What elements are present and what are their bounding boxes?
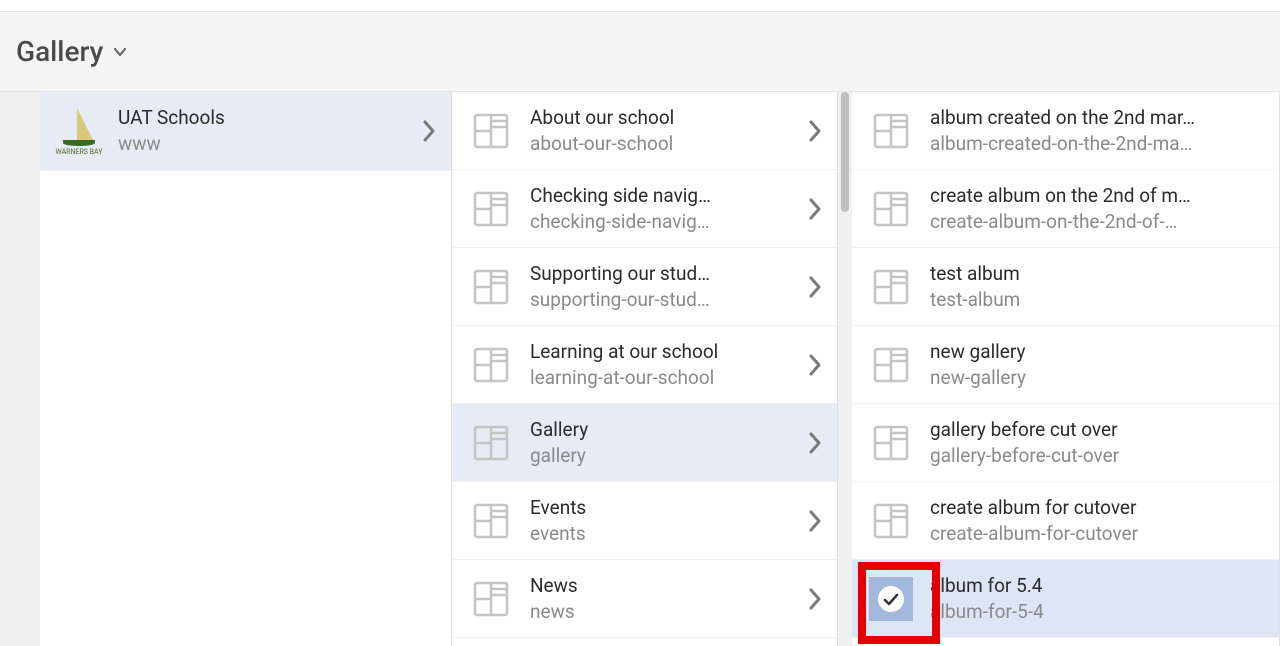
row-title: album created on the 2nd mar… [930, 105, 1271, 131]
page-row[interactable]: Learning at our schoollearning-at-our-sc… [452, 326, 837, 404]
page-row[interactable]: Supporting our stud…supporting-our-stud… [452, 248, 837, 326]
row-slug: create-album-on-the-2nd-of-… [930, 209, 1271, 235]
row-slug: create-album-for-cutover [930, 521, 1271, 547]
chevron-right-icon [793, 510, 837, 532]
chevron-right-icon [793, 198, 837, 220]
page-icon [852, 111, 930, 151]
page-icon [852, 345, 930, 385]
check-icon [878, 586, 904, 612]
row-title: gallery before cut over [930, 417, 1271, 443]
row-slug: events [530, 521, 785, 547]
row-title: album for 5.4 [930, 573, 1271, 599]
page-icon [852, 501, 930, 541]
page-row[interactable]: Checking side navig…checking-side-navig… [452, 170, 837, 248]
page-icon [452, 579, 530, 619]
chevron-right-icon [793, 276, 837, 298]
page-icon [452, 267, 530, 307]
page-icon [452, 189, 530, 229]
album-row[interactable]: album for 5.4album-for-5-4 [852, 560, 1279, 638]
column-pages: About our schoolabout-our-schoolChecking… [452, 92, 838, 646]
row-title: Events [530, 495, 785, 521]
site-row[interactable]: WARNERS BAY UAT Schools www [40, 92, 451, 171]
chevron-right-icon [793, 354, 837, 376]
row-title: Checking side navig… [530, 183, 785, 209]
row-slug: about-our-school [530, 131, 785, 157]
row-slug: supporting-our-stud… [530, 287, 785, 313]
row-title: create album on the 2nd of m… [930, 183, 1271, 209]
album-row[interactable]: test albumtest-album [852, 248, 1279, 326]
row-slug: news [530, 599, 785, 625]
row-title: new gallery [930, 339, 1271, 365]
page-icon [852, 423, 930, 463]
page-icon [452, 111, 530, 151]
page-row[interactable]: About our schoolabout-our-school [452, 92, 837, 170]
site-logo: WARNERS BAY [40, 92, 118, 170]
row-slug: gallery-before-cut-over [930, 443, 1271, 469]
row-slug: checking-side-navig… [530, 209, 785, 235]
row-title: News [530, 573, 785, 599]
row-slug: test-album [930, 287, 1271, 313]
row-title: UAT Schools [118, 105, 399, 131]
header: Gallery [0, 12, 1280, 92]
page-icon [852, 189, 930, 229]
chevron-right-icon [793, 432, 837, 454]
album-row[interactable]: gallery before cut overgallery-before-cu… [852, 404, 1279, 482]
column-albums: album created on the 2nd mar…album-creat… [852, 92, 1280, 646]
column-browser: WARNERS BAY UAT Schools www About our sc… [0, 92, 1280, 646]
page-row[interactable]: Newsnews [452, 560, 837, 638]
page-row[interactable]: Gallerygallery [452, 404, 837, 482]
topbar-spacer [0, 0, 1280, 12]
breadcrumb-current[interactable]: Gallery [16, 35, 127, 68]
page-title: Gallery [16, 35, 103, 68]
page-icon [452, 345, 530, 385]
row-slug: gallery [530, 443, 785, 469]
album-thumb-selected[interactable] [852, 577, 930, 621]
row-title: Supporting our stud… [530, 261, 785, 287]
album-row[interactable]: create album for cutovercreate-album-for… [852, 482, 1279, 560]
chevron-right-icon [793, 120, 837, 142]
column-sites: WARNERS BAY UAT Schools www [40, 92, 452, 646]
album-row[interactable]: new gallerynew-gallery [852, 326, 1279, 404]
site-logo-label: WARNERS BAY [56, 148, 103, 156]
page-row[interactable]: Eventsevents [452, 482, 837, 560]
album-row[interactable]: album created on the 2nd mar…album-creat… [852, 92, 1279, 170]
page-icon [452, 501, 530, 541]
page-icon [852, 267, 930, 307]
row-title: create album for cutover [930, 495, 1271, 521]
row-slug: album-for-5-4 [930, 599, 1271, 625]
row-slug: new-gallery [930, 365, 1271, 391]
row-title: Gallery [530, 417, 785, 443]
page-icon [452, 423, 530, 463]
chevron-right-icon [793, 588, 837, 610]
chevron-right-icon [407, 120, 451, 142]
row-title: About our school [530, 105, 785, 131]
scrollbar[interactable] [838, 92, 852, 646]
chevron-down-icon [113, 45, 127, 59]
row-slug: album-created-on-the-2nd-ma… [930, 131, 1271, 157]
row-title: test album [930, 261, 1271, 287]
row-title: Learning at our school [530, 339, 785, 365]
album-row[interactable]: create album on the 2nd of m…create-albu… [852, 170, 1279, 248]
row-slug: learning-at-our-school [530, 365, 785, 391]
row-slug: www [118, 131, 399, 157]
